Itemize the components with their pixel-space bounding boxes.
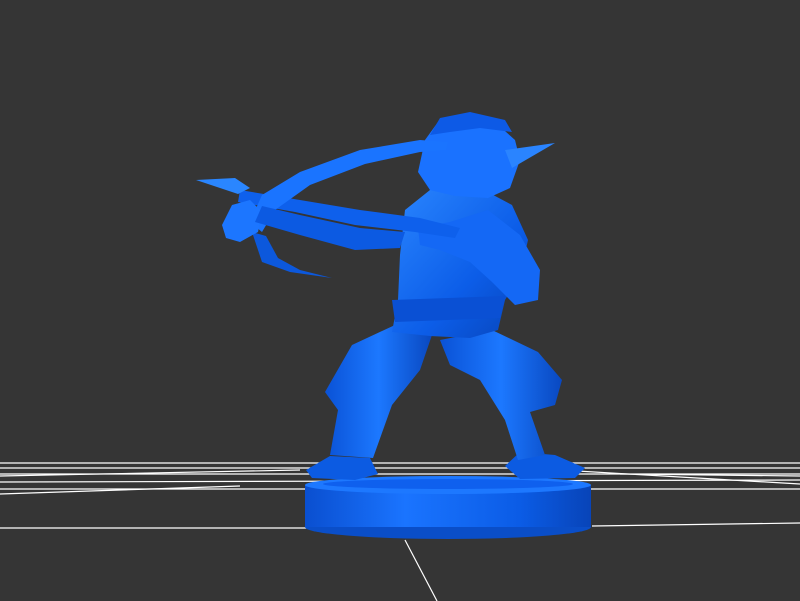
- 3d-viewport[interactable]: [0, 0, 800, 601]
- archer-figurine[interactable]: [196, 112, 585, 480]
- viewport-canvas[interactable]: [0, 0, 800, 601]
- belt: [392, 296, 505, 322]
- pedestal-base[interactable]: [305, 476, 591, 539]
- left-leg: [325, 325, 432, 458]
- right-leg: [440, 330, 562, 460]
- crossbow-bolt-tip: [196, 178, 250, 194]
- left-foot: [306, 456, 378, 480]
